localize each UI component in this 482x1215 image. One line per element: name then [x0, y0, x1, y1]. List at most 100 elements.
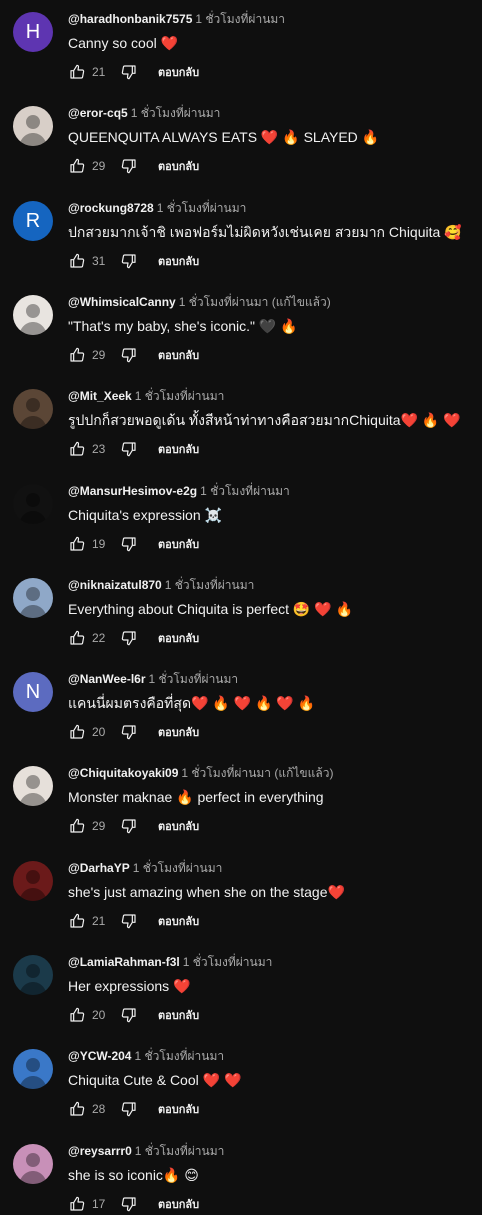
comment-timestamp[interactable]: 1 ชั่วโมงที่ผ่านมา	[195, 12, 285, 26]
avatar[interactable]: R	[13, 201, 53, 241]
thumb-up-icon[interactable]	[68, 1006, 86, 1024]
thumb-up-icon[interactable]	[68, 723, 86, 741]
thumb-down-icon[interactable]	[120, 1195, 138, 1213]
reply-button[interactable]: ตอบกลับ	[158, 346, 199, 364]
comment-timestamp[interactable]: 1 ชั่วโมงที่ผ่านมา (แก้ไขแล้ว)	[179, 295, 331, 309]
author-name[interactable]: @eror-cq5	[68, 106, 128, 120]
comment-item: @reysarrr0 1 ชั่วโมงที่ผ่านมา she is so ic…	[0, 1132, 482, 1215]
avatar-letter: N	[25, 680, 41, 703]
author-name[interactable]: @reysarrr0	[68, 1144, 132, 1158]
comment-timestamp[interactable]: 1 ชั่วโมงที่ผ่านมา	[135, 389, 225, 403]
author-name[interactable]: @Mit_Xeek	[68, 389, 132, 403]
profile-photo	[19, 775, 47, 806]
avatar[interactable]: H	[13, 12, 53, 52]
reply-button[interactable]: ตอบกลับ	[158, 817, 199, 835]
author-name[interactable]: @niknaizatul870	[68, 578, 162, 592]
comment-actions: 21 ตอบกลับ	[68, 62, 199, 82]
thumb-down-icon[interactable]	[120, 1006, 138, 1024]
comment-actions: 31 ตอบกลับ	[68, 251, 199, 271]
like-count: 29	[92, 348, 106, 362]
thumb-up-icon[interactable]	[68, 63, 86, 81]
comment-timestamp[interactable]: 1 ชั่วโมงที่ผ่านมา	[149, 672, 239, 686]
profile-photo	[19, 1058, 47, 1089]
comment-header: @haradhonbanik7575 1 ชั่วโมงที่ผ่านมา	[68, 11, 285, 27]
thumb-down-icon[interactable]	[120, 440, 138, 458]
thumb-down-icon[interactable]	[120, 723, 138, 741]
thumb-up-icon[interactable]	[68, 157, 86, 175]
avatar[interactable]	[13, 861, 53, 901]
thumb-up-icon[interactable]	[68, 912, 86, 930]
avatar[interactable]: N	[13, 672, 53, 712]
comment-timestamp[interactable]: 1 ชั่วโมงที่ผ่านมา	[200, 484, 290, 498]
comment-text: she's just amazing when she on the stage…	[68, 884, 345, 900]
author-name[interactable]: @LamiaRahman-f3l	[68, 955, 180, 969]
comment-item: @eror-cq5 1 ชั่วโมงที่ผ่านมา QUEENQUITA AL…	[0, 94, 482, 188]
thumb-up-icon[interactable]	[68, 1100, 86, 1118]
comment-timestamp[interactable]: 1 ชั่วโมงที่ผ่านมา	[131, 106, 221, 120]
reply-button[interactable]: ตอบกลับ	[158, 63, 199, 81]
avatar[interactable]	[13, 578, 53, 618]
thumb-up-icon[interactable]	[68, 1195, 86, 1213]
thumb-down-icon[interactable]	[120, 1100, 138, 1118]
comment-text: แคนนี่ผมตรงคือที่สุด❤️ 🔥 ❤️ 🔥 ❤️ 🔥	[68, 695, 316, 711]
thumb-down-icon[interactable]	[120, 63, 138, 81]
reply-button[interactable]: ตอบกลับ	[158, 1195, 199, 1213]
author-name[interactable]: @rockung8728	[68, 201, 154, 215]
thumb-down-icon[interactable]	[120, 346, 138, 364]
thumb-up-icon[interactable]	[68, 535, 86, 553]
thumb-up-icon[interactable]	[68, 346, 86, 364]
reply-button[interactable]: ตอบกลับ	[158, 723, 199, 741]
comment-header: @Mit_Xeek 1 ชั่วโมงที่ผ่านมา	[68, 388, 224, 404]
author-name[interactable]: @WhimsicalCanny	[68, 295, 176, 309]
like-count: 17	[92, 1197, 106, 1211]
avatar[interactable]	[13, 766, 53, 806]
comment-item: R @rockung8728 1 ชั่วโมงที่ผ่านมา ปกสวยมากเ…	[0, 189, 482, 283]
avatar[interactable]	[13, 955, 53, 995]
reply-button[interactable]: ตอบกลับ	[158, 912, 199, 930]
reply-button[interactable]: ตอบกลับ	[158, 440, 199, 458]
avatar[interactable]	[13, 484, 53, 524]
comment-text: QUEENQUITA ALWAYS EATS ❤️ 🔥 SLAYED 🔥	[68, 129, 380, 145]
reply-button[interactable]: ตอบกลับ	[158, 1006, 199, 1024]
reply-button[interactable]: ตอบกลับ	[158, 535, 199, 553]
author-name[interactable]: @DarhaYP	[68, 861, 130, 875]
reply-button[interactable]: ตอบกลับ	[158, 157, 199, 175]
comment-timestamp[interactable]: 1 ชั่วโมงที่ผ่านมา (แก้ไขแล้ว)	[181, 766, 333, 780]
comment-timestamp[interactable]: 1 ชั่วโมงที่ผ่านมา	[134, 1049, 224, 1063]
thumb-up-icon[interactable]	[68, 629, 86, 647]
comment-text: Monster maknae 🔥 perfect in everything	[68, 789, 324, 805]
thumb-down-icon[interactable]	[120, 912, 138, 930]
avatar[interactable]	[13, 295, 53, 335]
avatar[interactable]	[13, 1049, 53, 1089]
thumb-up-icon[interactable]	[68, 817, 86, 835]
reply-button[interactable]: ตอบกลับ	[158, 252, 199, 270]
thumb-down-icon[interactable]	[120, 817, 138, 835]
comment-timestamp[interactable]: 1 ชั่วโมงที่ผ่านมา	[183, 955, 273, 969]
profile-photo	[19, 115, 47, 146]
comment-timestamp[interactable]: 1 ชั่วโมงที่ผ่านมา	[165, 578, 255, 592]
profile-photo	[19, 964, 47, 995]
comment-timestamp[interactable]: 1 ชั่วโมงที่ผ่านมา	[133, 861, 223, 875]
comment-header: @DarhaYP 1 ชั่วโมงที่ผ่านมา	[68, 860, 222, 876]
avatar[interactable]	[13, 1144, 53, 1184]
reply-button[interactable]: ตอบกลับ	[158, 629, 199, 647]
comment-timestamp[interactable]: 1 ชั่วโมงที่ผ่านมา	[157, 201, 247, 215]
author-name[interactable]: @YCW-204	[68, 1049, 131, 1063]
thumb-down-icon[interactable]	[120, 252, 138, 270]
author-name[interactable]: @MansurHesimov-e2g	[68, 484, 197, 498]
like-count: 20	[92, 1008, 106, 1022]
avatar[interactable]	[13, 389, 53, 429]
comment-item: H @haradhonbanik7575 1 ชั่วโมงที่ผ่านมา Can…	[0, 0, 482, 94]
author-name[interactable]: @Chiquitakoyaki09	[68, 766, 178, 780]
comment-timestamp[interactable]: 1 ชั่วโมงที่ผ่านมา	[135, 1144, 225, 1158]
thumb-up-icon[interactable]	[68, 440, 86, 458]
author-name[interactable]: @haradhonbanik7575	[68, 12, 192, 26]
thumb-down-icon[interactable]	[120, 629, 138, 647]
reply-button[interactable]: ตอบกลับ	[158, 1100, 199, 1118]
comment-item: @Mit_Xeek 1 ชั่วโมงที่ผ่านมา รูปปกก็สวยพอด…	[0, 377, 482, 471]
thumb-down-icon[interactable]	[120, 157, 138, 175]
author-name[interactable]: @NanWee-l6r	[68, 672, 146, 686]
thumb-down-icon[interactable]	[120, 535, 138, 553]
thumb-up-icon[interactable]	[68, 252, 86, 270]
avatar[interactable]	[13, 106, 53, 146]
